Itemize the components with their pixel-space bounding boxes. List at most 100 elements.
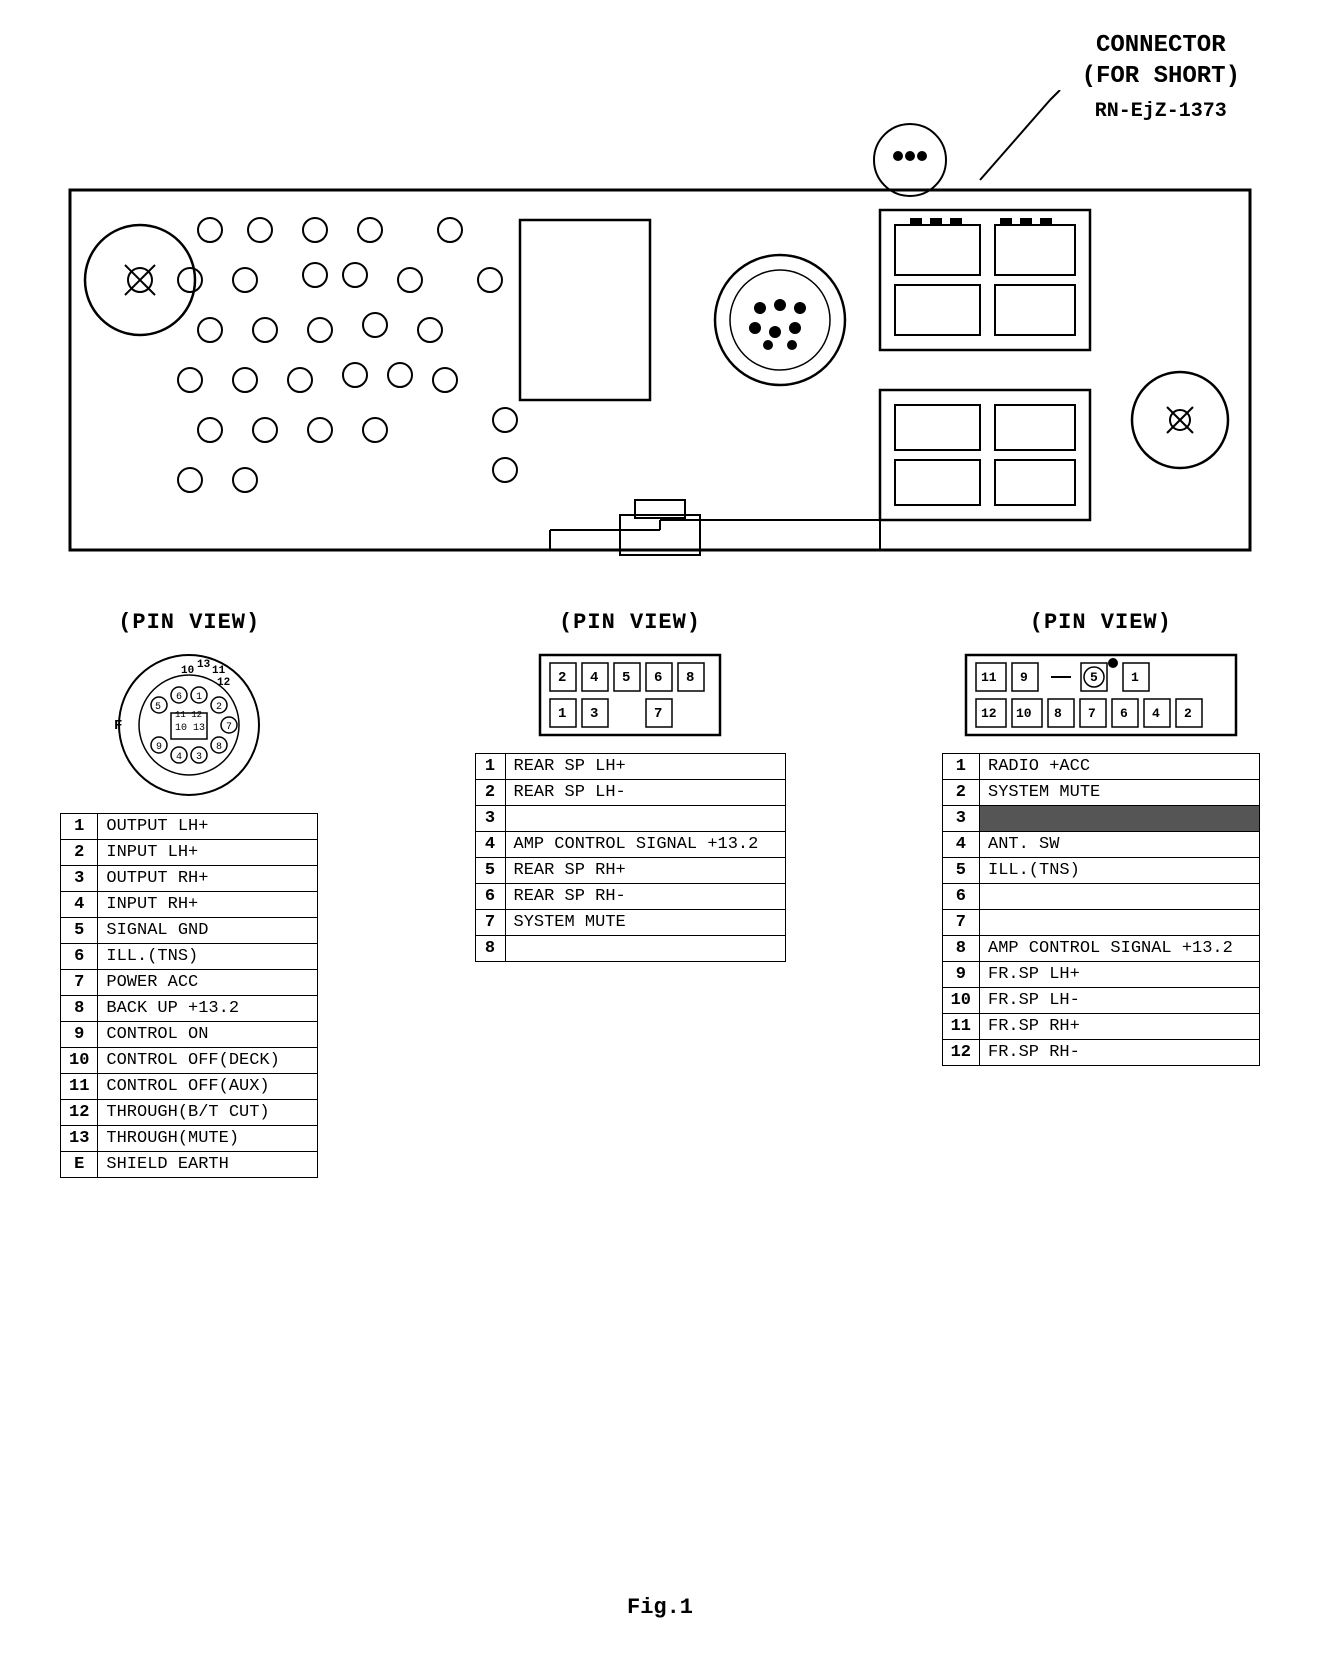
svg-text:6: 6 (176, 692, 182, 703)
svg-text:13: 13 (197, 659, 211, 671)
table-row: 1REAR SP LH+ (475, 754, 785, 780)
pin-label (505, 936, 785, 962)
left-pin-table: 1OUTPUT LH+2INPUT LH+3OUTPUT RH+4INPUT R… (60, 813, 318, 1178)
pin-label: AMP CONTROL SIGNAL +13.2 (505, 832, 785, 858)
page: CONNECTOR(FOR SHORT) RN-EjZ-1373 (0, 0, 1320, 1680)
svg-text:8: 8 (216, 742, 222, 753)
table-row: 6 (942, 884, 1259, 910)
left-pin-view-block: (PIN VIEW) F 5 6 1 2 7 8 (60, 610, 318, 1178)
svg-text:5: 5 (155, 702, 161, 713)
pin-number: 2 (475, 780, 505, 806)
pin-label: THROUGH(B/T CUT) (98, 1100, 318, 1126)
pin-number: 1 (61, 814, 98, 840)
pin-number: 1 (942, 754, 979, 780)
pin-number: 9 (942, 962, 979, 988)
svg-text:10: 10 (1016, 706, 1032, 721)
table-row: 7 (942, 910, 1259, 936)
connector-code: RN-EjZ-1373 (1082, 98, 1240, 126)
pin-label: REAR SP RH+ (505, 858, 785, 884)
table-row: 6REAR SP RH- (475, 884, 785, 910)
pin-number: 10 (942, 988, 979, 1014)
svg-text:6: 6 (1120, 706, 1128, 721)
pin-number: 3 (475, 806, 505, 832)
pin-number: 9 (61, 1022, 98, 1048)
table-row: 9CONTROL ON (61, 1022, 318, 1048)
svg-text:12: 12 (217, 677, 230, 689)
svg-text:3: 3 (590, 706, 598, 722)
pin-label: REAR SP LH+ (505, 754, 785, 780)
pin-number: 4 (61, 892, 98, 918)
svg-text:6: 6 (654, 670, 662, 686)
pin-number: 3 (942, 806, 979, 832)
pin-label: ANT. SW (980, 832, 1260, 858)
pin-number: 6 (942, 884, 979, 910)
table-row: 1RADIO +ACC (942, 754, 1259, 780)
pin-number: 3 (61, 866, 98, 892)
pin-number: 8 (942, 936, 979, 962)
middle-pin-table: 1REAR SP LH+2REAR SP LH-34AMP CONTROL SI… (475, 753, 786, 962)
table-row: 12THROUGH(B/T CUT) (61, 1100, 318, 1126)
pin-number: 8 (61, 996, 98, 1022)
left-connector-diagram: F 5 6 1 2 7 8 3 4 9 (99, 645, 279, 805)
pin-label: OUTPUT LH+ (98, 814, 318, 840)
device-svg (60, 160, 1260, 580)
svg-text:2: 2 (216, 702, 222, 713)
svg-text:4: 4 (1152, 706, 1160, 721)
right-pin-view-block: (PIN VIEW) 11 9 5 1 12 (942, 610, 1260, 1066)
pin-number: 12 (942, 1040, 979, 1066)
connector-info: CONNECTOR(FOR SHORT) RN-EjZ-1373 (1082, 30, 1240, 126)
table-row: 8AMP CONTROL SIGNAL +13.2 (942, 936, 1259, 962)
pin-number: 7 (61, 970, 98, 996)
svg-text:F: F (114, 718, 122, 734)
pin-label: FR.SP RH+ (980, 1014, 1260, 1040)
middle-pin-view-block: (PIN VIEW) 2 4 5 6 8 1 3 (475, 610, 786, 962)
table-row: 5REAR SP RH+ (475, 858, 785, 884)
middle-pin-view-title: (PIN VIEW) (559, 610, 701, 635)
table-row: 11CONTROL OFF(AUX) (61, 1074, 318, 1100)
table-row: 1OUTPUT LH+ (61, 814, 318, 840)
pin-label (505, 806, 785, 832)
connector-label: CONNECTOR(FOR SHORT) (1082, 30, 1240, 92)
svg-text:7: 7 (654, 706, 662, 722)
device-diagram (60, 160, 1260, 580)
pin-label: POWER ACC (98, 970, 318, 996)
table-row: 5SIGNAL GND (61, 918, 318, 944)
pin-label: ILL.(TNS) (980, 858, 1260, 884)
pin-number: 5 (61, 918, 98, 944)
pin-label: CONTROL OFF(AUX) (98, 1074, 318, 1100)
pin-label: INPUT LH+ (98, 840, 318, 866)
table-row: 3OUTPUT RH+ (61, 866, 318, 892)
pin-number: 6 (475, 884, 505, 910)
svg-text:7: 7 (226, 722, 232, 733)
svg-text:5: 5 (1090, 670, 1098, 685)
svg-text:3: 3 (196, 752, 202, 763)
table-row: 2INPUT LH+ (61, 840, 318, 866)
right-connector-diagram: 11 9 5 1 12 10 8 7 (961, 645, 1241, 745)
table-row: 10CONTROL OFF(DECK) (61, 1048, 318, 1074)
svg-text:4: 4 (590, 670, 598, 686)
table-row: ESHIELD EARTH (61, 1152, 318, 1178)
pin-label: CONTROL ON (98, 1022, 318, 1048)
pin-label: ILL.(TNS) (98, 944, 318, 970)
svg-text:2: 2 (1184, 706, 1192, 721)
pin-number: 6 (61, 944, 98, 970)
table-row: 8 (475, 936, 785, 962)
pin-number: 10 (61, 1048, 98, 1074)
pin-number: 12 (61, 1100, 98, 1126)
pin-label: REAR SP LH- (505, 780, 785, 806)
pin-number: 13 (61, 1126, 98, 1152)
pin-views-section: (PIN VIEW) F 5 6 1 2 7 8 (60, 610, 1260, 1178)
pin-number: 2 (942, 780, 979, 806)
table-row: 4ANT. SW (942, 832, 1259, 858)
svg-text:8: 8 (686, 670, 694, 686)
pin-number: 8 (475, 936, 505, 962)
pin-label (980, 910, 1260, 936)
svg-text:11 12: 11 12 (175, 710, 202, 720)
middle-connector-diagram: 2 4 5 6 8 1 3 7 (530, 645, 730, 745)
pin-label: SIGNAL GND (98, 918, 318, 944)
table-row: 3 (475, 806, 785, 832)
svg-text:2: 2 (558, 670, 566, 686)
table-row: 13THROUGH(MUTE) (61, 1126, 318, 1152)
pin-label: SHIELD EARTH (98, 1152, 318, 1178)
pin-number: 2 (61, 840, 98, 866)
